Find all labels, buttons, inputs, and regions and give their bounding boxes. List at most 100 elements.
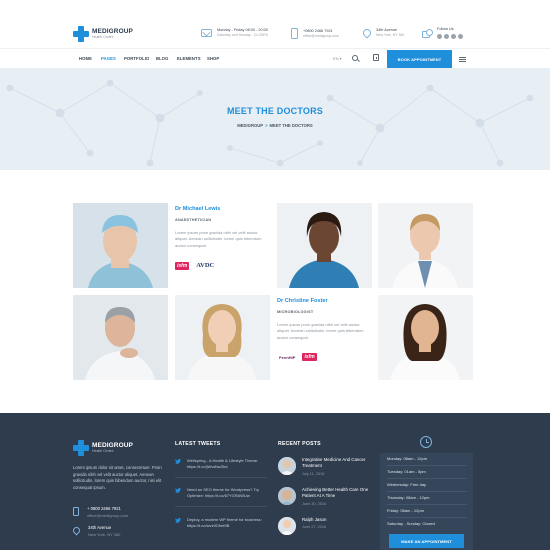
mail-icon xyxy=(201,28,212,37)
recent-post[interactable]: Integrative Medicine And Cancer Treatmen… xyxy=(278,457,374,476)
doctor-name[interactable]: Dr Christine Foster xyxy=(277,298,372,304)
hours-row: Tuesday: 01am - 5pm xyxy=(387,469,426,474)
doctor-bio: Lorem ipsum proin gravida nibh vel velit… xyxy=(277,322,364,340)
tweets-title: LATEST TWEETS xyxy=(175,441,221,447)
recent-posts-title: RECENT POSTS xyxy=(278,441,321,447)
tweet-text[interactable]: Wellspring - A Health & Lifestyle Theme:… xyxy=(187,458,273,471)
address-line2: New York, NY 360 xyxy=(376,33,405,38)
twitter-icon xyxy=(175,488,181,493)
nav-blog[interactable]: BLOG xyxy=(156,56,169,61)
hours-row: Friday: 08am - 12pm xyxy=(387,508,424,513)
doctor-photo-male-3[interactable] xyxy=(73,295,168,380)
tweet-item: Deploy, a modern WP theme for business: … xyxy=(175,517,273,530)
doctor-photo-michael-lewis[interactable] xyxy=(73,203,168,288)
make-appointment-button[interactable]: MAKE AN APPOINTMENT xyxy=(389,534,464,548)
page-banner: MEET THE DOCTORS MEDIGROUP > MEET THE DOCT… xyxy=(0,68,550,170)
book-appointment-button[interactable]: BOOK APPOINTMENT xyxy=(387,50,452,68)
isfm-logo: isfm xyxy=(175,261,190,270)
social-links xyxy=(437,34,463,40)
footer-phone-block: + 0800 2466 7921 office@medigroup.com xyxy=(73,506,128,518)
hours-row: Wednesday: Free day xyxy=(387,482,427,487)
isfm-logo: isfm xyxy=(302,353,317,362)
tweet-text[interactable]: Deploy, a modern WP theme for business: … xyxy=(187,517,273,530)
doctor-photo-female-2[interactable] xyxy=(378,295,473,380)
tweet-item: Wellspring - A Health & Lifestyle Theme:… xyxy=(175,458,273,471)
header-follow: Follow Us xyxy=(422,27,463,40)
medical-cross-icon xyxy=(73,440,89,456)
post-thumbnail[interactable] xyxy=(278,517,296,535)
footer-address-line1: 34th Avenue xyxy=(88,525,112,530)
divider xyxy=(387,491,467,492)
post-title[interactable]: Ralph Jason xyxy=(302,517,374,523)
linkedin-icon[interactable] xyxy=(451,34,456,40)
breadcrumb-current: MEET THE DOCTORS xyxy=(269,123,313,128)
header-email[interactable]: office@medigroup.com xyxy=(303,34,339,39)
nav-elements[interactable]: ELEMENTS xyxy=(177,56,201,61)
hours-row: Saturday - Sunday: Closed xyxy=(387,521,435,526)
footer-address-block: 34th Avenue New York, NY 360 xyxy=(71,525,121,537)
brand-logo[interactable]: MEDIGROUP Health Centre xyxy=(73,26,133,42)
twitter-icon xyxy=(175,459,181,464)
recent-post[interactable]: Ralph Jason June 27, 2016 xyxy=(278,517,374,535)
post-thumbnail[interactable] xyxy=(278,487,296,505)
certification-logos: isfm AVDC xyxy=(175,261,270,270)
nav-shop[interactable]: SHOP xyxy=(207,56,219,61)
clock-icon xyxy=(420,436,432,448)
breadcrumb-home[interactable]: MEDIGROUP xyxy=(237,123,263,128)
phone-icon xyxy=(291,28,298,39)
header-hours: Monday - Friday 08:00 - 20:00 Saturday a… xyxy=(201,28,268,38)
doctor-role: MICROBIOLOGIST xyxy=(277,310,314,314)
divider xyxy=(387,504,467,505)
search-icon[interactable] xyxy=(352,55,358,61)
top-header: MEDIGROUP Health Centre Monday - Friday … xyxy=(0,0,550,48)
breadcrumb: MEDIGROUP > MEET THE DOCTORS xyxy=(0,123,550,128)
post-title[interactable]: Achieving Better Health Care One Patient… xyxy=(302,487,374,500)
nav-home[interactable]: HOME xyxy=(79,56,92,61)
molecule-pattern xyxy=(6,79,534,167)
divider xyxy=(175,477,267,478)
post-title[interactable]: Integrative Medicine And Cancer Treatmen… xyxy=(302,457,374,470)
footer-phone[interactable]: + 0800 2466 7921 xyxy=(87,506,128,511)
divider xyxy=(175,506,267,507)
instagram-icon[interactable] xyxy=(458,34,463,40)
footer-about: Lorem ipsum dolor sit amet, consectetuer… xyxy=(73,465,162,491)
footer-brand-logo[interactable]: MEDIGROUP Health Centre xyxy=(73,440,133,456)
header-address: 34th Avenue New York, NY 360 xyxy=(361,27,405,39)
post-date: June 27, 2016 xyxy=(302,525,327,530)
recent-post[interactable]: Achieving Better Health Care One Patient… xyxy=(278,487,374,506)
opening-hours-panel: Monday: 08am - 12pm Tuesday: 01am - 5pm … xyxy=(380,415,473,550)
hours-row: Thursday: 08am - 12pm xyxy=(387,495,430,500)
twitter-icon[interactable] xyxy=(437,34,442,40)
hours-line2: Saturday and Sunday - CLOSED xyxy=(217,33,269,38)
language-selector[interactable]: EN ▾ xyxy=(333,56,342,61)
divider xyxy=(387,517,467,518)
tweet-text[interactable]: Need an SEO theme for Wordpress? Try Opt… xyxy=(187,487,273,500)
post-thumbnail[interactable] xyxy=(278,457,296,475)
footer-address-line2: New York, NY 360 xyxy=(88,532,121,537)
hours-row: Monday: 08am - 12pm xyxy=(387,456,428,461)
divider xyxy=(387,478,467,479)
medical-cross-icon xyxy=(73,26,89,42)
doctor-photo-christine-foster[interactable] xyxy=(175,295,270,380)
footer-email[interactable]: office@medigroup.com xyxy=(87,513,128,518)
avdc-logo: AVDC xyxy=(196,262,215,270)
doctor-card-michael-lewis: Dr Michael Lewis ANAESTHETICIAN Lorem ip… xyxy=(175,206,270,286)
main-nav: HOME PAGES PORTFOLIO BLOG ELEMENTS SHOP … xyxy=(0,48,550,68)
doctor-photo-female-1[interactable] xyxy=(277,203,372,288)
doctor-card-christine-foster: Dr Christine Foster MICROBIOLOGIST Lorem… xyxy=(277,298,372,378)
doctor-name[interactable]: Dr Michael Lewis xyxy=(175,206,270,212)
post-date: June 30, 2016 xyxy=(302,501,327,506)
menu-icon[interactable] xyxy=(459,57,466,62)
phone-icon xyxy=(73,507,79,516)
bag-icon[interactable] xyxy=(373,54,379,61)
follow-title: Follow Us xyxy=(437,27,454,31)
nav-portfolio[interactable]: PORTFOLIO xyxy=(124,56,149,61)
post-date: July 11, 2016 xyxy=(302,471,325,476)
page-title: MEET THE DOCTORS xyxy=(226,106,324,116)
pennhip-logo: PennHIP xyxy=(279,354,296,360)
nav-pages[interactable]: PAGES xyxy=(101,56,116,61)
facebook-icon[interactable] xyxy=(444,34,449,40)
doctor-photo-male-2[interactable] xyxy=(378,203,473,288)
tweet-item: Need an SEO theme for Wordpress? Try Opt… xyxy=(175,487,273,500)
brand-tagline: Health Centre xyxy=(92,35,114,39)
